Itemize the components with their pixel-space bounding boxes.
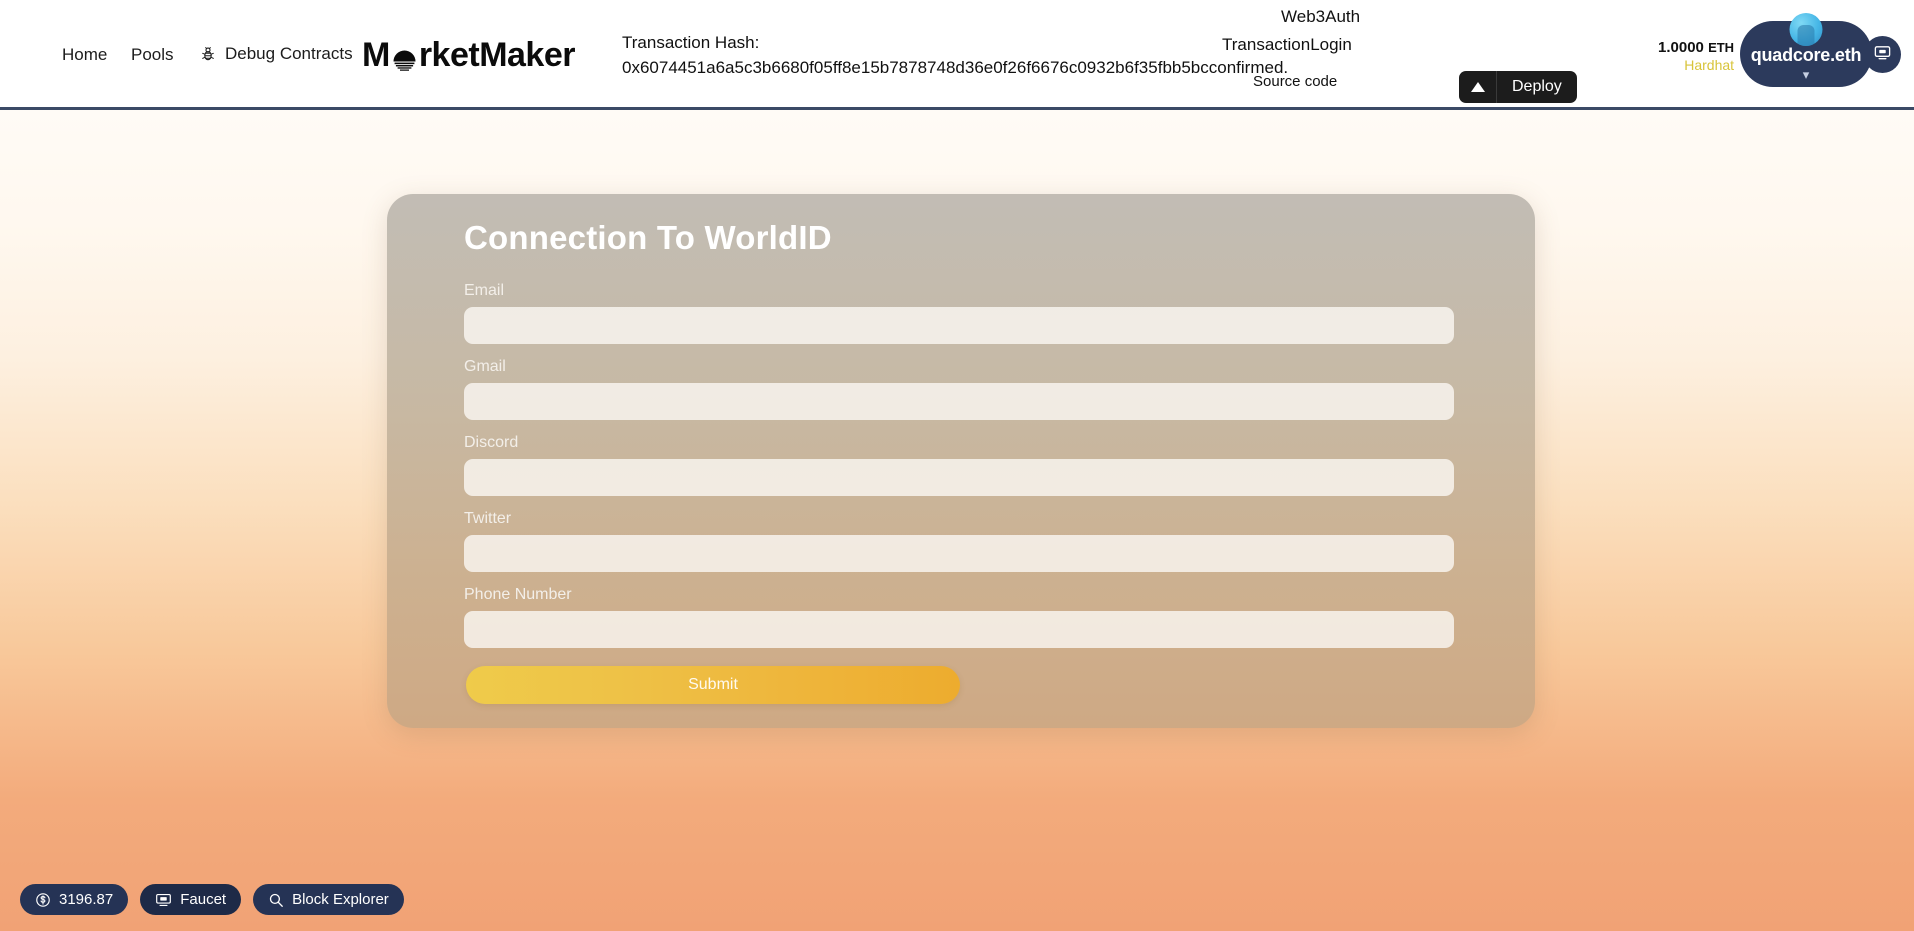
faucet-icon [155, 892, 172, 908]
wallet-balance-unit: ETH [1708, 40, 1735, 55]
web3auth-label[interactable]: Web3Auth [1281, 7, 1360, 27]
email-field-group: Email [464, 282, 1454, 344]
caret-up-icon[interactable] [1459, 71, 1497, 103]
block-explorer-pill[interactable]: Block Explorer [253, 884, 404, 915]
gas-price-pill[interactable]: 3196.87 [20, 884, 129, 915]
bug-icon [200, 46, 216, 62]
app-logo[interactable]: M rketMaker [362, 36, 575, 75]
submit-button[interactable]: Submit [466, 666, 960, 704]
app-header: Home Pools Debug Contracts M rketMaker T… [0, 0, 1914, 110]
wallet-address-label: quadcore.eth [1750, 45, 1862, 65]
nav-item-debug-contracts[interactable]: Debug Contracts [200, 44, 353, 64]
gmail-field-label: Gmail [464, 358, 506, 375]
faucet-label: Faucet [180, 891, 227, 908]
nav-item-debug-contracts-label: Debug Contracts [225, 44, 353, 63]
worldid-connection-card: Connection To WorldID Email Gmail Discor… [387, 194, 1535, 728]
search-icon [268, 892, 284, 908]
wallet-balance: 1.0000 ETH Hardhat [1658, 38, 1734, 75]
gas-price-label: 3196.87 [59, 891, 114, 908]
phone-number-input[interactable] [464, 611, 1454, 648]
email-field-label: Email [464, 282, 505, 299]
block-explorer-label: Block Explorer [292, 891, 389, 908]
nav-item-pools[interactable]: Pools [131, 45, 174, 65]
status-bar: 3196.87 Faucet Block Explorer [20, 884, 404, 915]
gmail-input[interactable] [464, 383, 1454, 420]
dollar-circle-icon [35, 892, 51, 908]
transaction-hash-value: 0x6074451a6a5c3b6680f05ff8e15b7878748d36… [622, 58, 1289, 78]
app-logo-text-before: M [362, 36, 390, 74]
wallet-avatar-icon [1789, 13, 1823, 46]
screen-icon-button[interactable] [1864, 36, 1901, 73]
card-title: Connection To WorldID [464, 219, 832, 256]
discord-field-group: Discord [464, 434, 1454, 496]
gmail-field-group: Gmail [464, 358, 1454, 420]
wallet-balance-value: 1.0000 [1658, 39, 1704, 56]
email-input[interactable] [464, 307, 1454, 344]
screen-icon [1873, 43, 1892, 67]
source-code-link[interactable]: Source code [1253, 73, 1337, 90]
nav-item-home-label: Home [62, 45, 108, 64]
wallet-connect-button[interactable]: quadcore.eth ▾ [1740, 13, 1872, 87]
network-name: Hardhat [1684, 57, 1735, 74]
phone-number-field-group: Phone Number [464, 586, 1454, 648]
nav-item-pools-label: Pools [131, 45, 174, 64]
wallet-balance-amount: 1.0000 ETH [1658, 38, 1734, 57]
discord-field-label: Discord [464, 434, 519, 451]
sun-logo-mark-icon [391, 45, 418, 72]
deploy-button-label: Deploy [1512, 78, 1562, 95]
app-logo-text-after: rketMaker [418, 36, 576, 74]
nav-item-home[interactable]: Home [62, 45, 107, 65]
chevron-down-icon[interactable]: ▾ [1803, 68, 1810, 81]
twitter-input[interactable] [464, 535, 1454, 572]
transaction-login-label[interactable]: TransactionLogin [1222, 35, 1352, 55]
phone-number-field-label: Phone Number [464, 586, 572, 603]
twitter-field-group: Twitter [464, 510, 1454, 572]
faucet-pill[interactable]: Faucet [140, 884, 242, 915]
transaction-hash-label: Transaction Hash: [622, 33, 760, 52]
deploy-button[interactable]: Deploy [1459, 71, 1577, 103]
twitter-field-label: Twitter [464, 510, 512, 527]
transaction-hash-block: Transaction Hash: 0x6074451a6a5c3b6680f0… [622, 30, 1288, 80]
discord-input[interactable] [464, 459, 1454, 496]
